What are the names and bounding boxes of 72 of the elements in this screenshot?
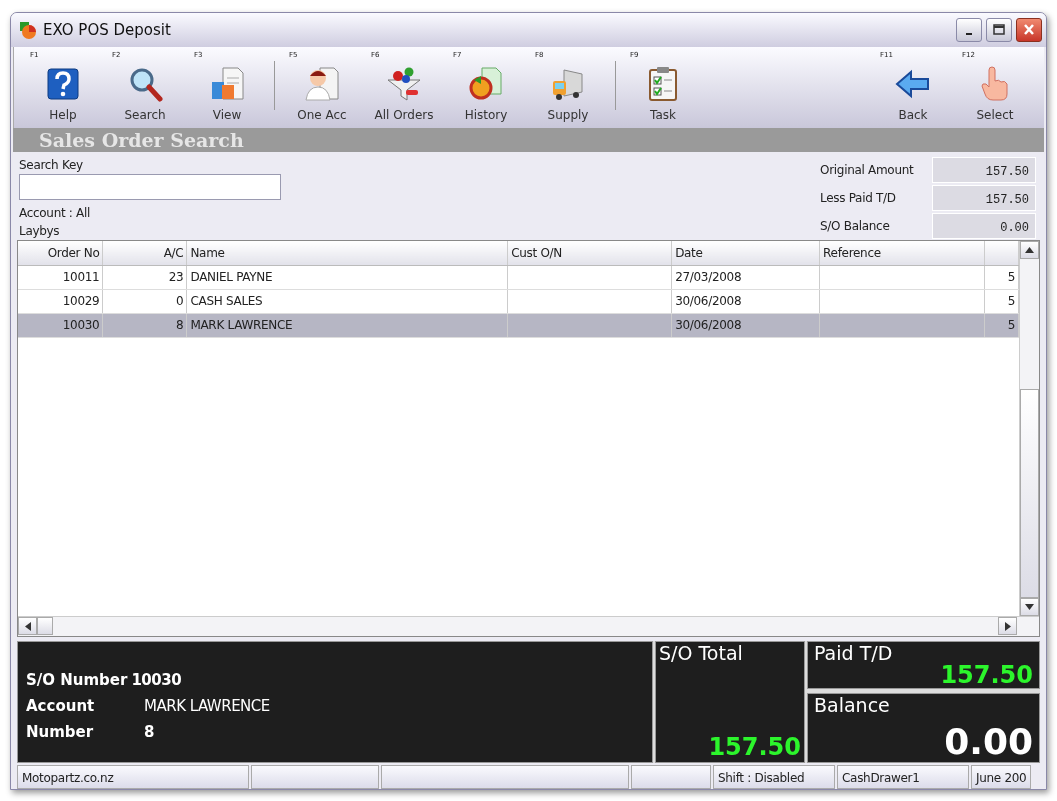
table-cell: 8 bbox=[176, 318, 184, 333]
column-header[interactable]: Name bbox=[186, 241, 508, 266]
column-header[interactable]: A/C bbox=[102, 241, 187, 266]
status-panel: Shift : Disabled bbox=[713, 765, 835, 789]
down-arrow-icon bbox=[1025, 603, 1034, 610]
amount-field: 157.50 bbox=[932, 185, 1036, 212]
field-value: 8 bbox=[144, 721, 154, 743]
maximize-icon bbox=[992, 23, 1006, 37]
right-arrow-icon bbox=[1004, 621, 1011, 631]
scrollbar-thumb[interactable] bbox=[1020, 389, 1039, 598]
amount-field: 157.50 bbox=[932, 157, 1036, 184]
table-cell: 5 bbox=[1007, 318, 1015, 333]
app-logo-icon bbox=[19, 20, 37, 39]
table-cell: 0 bbox=[176, 294, 184, 309]
table-cell: MARK LAWRENCE bbox=[190, 318, 293, 333]
window-title: EXO POS Deposit bbox=[43, 19, 171, 41]
up-arrow-icon bbox=[1025, 247, 1034, 254]
amount-label: S/O Balance bbox=[820, 218, 891, 236]
scroll-right-button[interactable] bbox=[998, 617, 1017, 636]
column-header[interactable]: Reference bbox=[819, 241, 985, 266]
table-row[interactable]: 10030 8 MARK LAWRENCE 30/06/2008 5 bbox=[18, 313, 1019, 338]
maximize-button[interactable] bbox=[986, 17, 1012, 42]
status-panel: Motopartz.co.nz bbox=[17, 765, 249, 789]
table-cell: CASH SALES bbox=[190, 294, 263, 309]
scroll-up-button[interactable] bbox=[1020, 241, 1039, 260]
field-value: MARK LAWRENCE bbox=[144, 695, 270, 717]
field-label: Account bbox=[26, 695, 96, 717]
balance-value: 0.00 bbox=[944, 724, 1033, 760]
table-cell: 23 bbox=[168, 270, 184, 285]
funnel-icon bbox=[386, 66, 422, 103]
field-label: S/O Number bbox=[26, 669, 128, 691]
left-arrow-icon bbox=[24, 621, 31, 631]
field-value: 10030 bbox=[131, 669, 182, 691]
filter-text: Account : All bbox=[19, 205, 92, 223]
column-header[interactable]: Order No bbox=[18, 241, 103, 266]
table-cell: 10029 bbox=[62, 294, 100, 309]
table-cell: 30/06/2008 bbox=[675, 294, 742, 309]
amount-label: Original Amount bbox=[820, 162, 915, 180]
table-row[interactable]: 10029 0 CASH SALES 30/06/2008 5 bbox=[18, 289, 1019, 314]
column-header[interactable]: Cust O/N bbox=[507, 241, 672, 266]
scroll-left-button[interactable] bbox=[18, 617, 37, 636]
help-icon bbox=[45, 66, 81, 103]
section-title: Sales Order Search bbox=[13, 128, 1044, 153]
table-cell: 5 bbox=[1007, 270, 1015, 285]
person-document-icon bbox=[304, 66, 340, 103]
filter-text: Laybys bbox=[19, 223, 61, 241]
truck-icon bbox=[550, 66, 586, 103]
minimize-icon bbox=[966, 32, 972, 35]
close-button[interactable] bbox=[1016, 17, 1042, 42]
column-header[interactable]: Date bbox=[671, 241, 820, 266]
field-label: Number bbox=[26, 721, 95, 743]
table-cell: 30/06/2008 bbox=[675, 318, 742, 333]
table-cell: DANIEL PAYNE bbox=[190, 270, 273, 285]
total-value: 157.50 bbox=[708, 735, 801, 759]
table-cell: 10030 bbox=[62, 318, 100, 333]
search-key-field[interactable] bbox=[19, 174, 281, 201]
scrollbar-thumb[interactable] bbox=[37, 617, 53, 636]
close-icon bbox=[1022, 23, 1036, 37]
total-label: S/O Total bbox=[659, 643, 743, 663]
table-cell: 5 bbox=[1007, 294, 1015, 309]
status-panel: June 200 bbox=[971, 765, 1031, 789]
amount-label: Less Paid T/D bbox=[820, 190, 897, 208]
status-panel: CashDrawer1 bbox=[837, 765, 969, 789]
balance-label: Balance bbox=[814, 695, 890, 715]
table-cell: 27/03/2008 bbox=[675, 270, 742, 285]
table-row[interactable]: 10011 23 DANIEL PAYNE 27/03/2008 5 bbox=[18, 265, 1019, 290]
documents-icon bbox=[209, 66, 245, 103]
table-cell: 10011 bbox=[62, 270, 100, 285]
paid-value: 157.50 bbox=[940, 662, 1033, 687]
field-label: Search Key bbox=[19, 157, 84, 175]
paid-label: Paid T/D bbox=[814, 643, 893, 663]
amount-field: 0.00 bbox=[932, 213, 1036, 240]
